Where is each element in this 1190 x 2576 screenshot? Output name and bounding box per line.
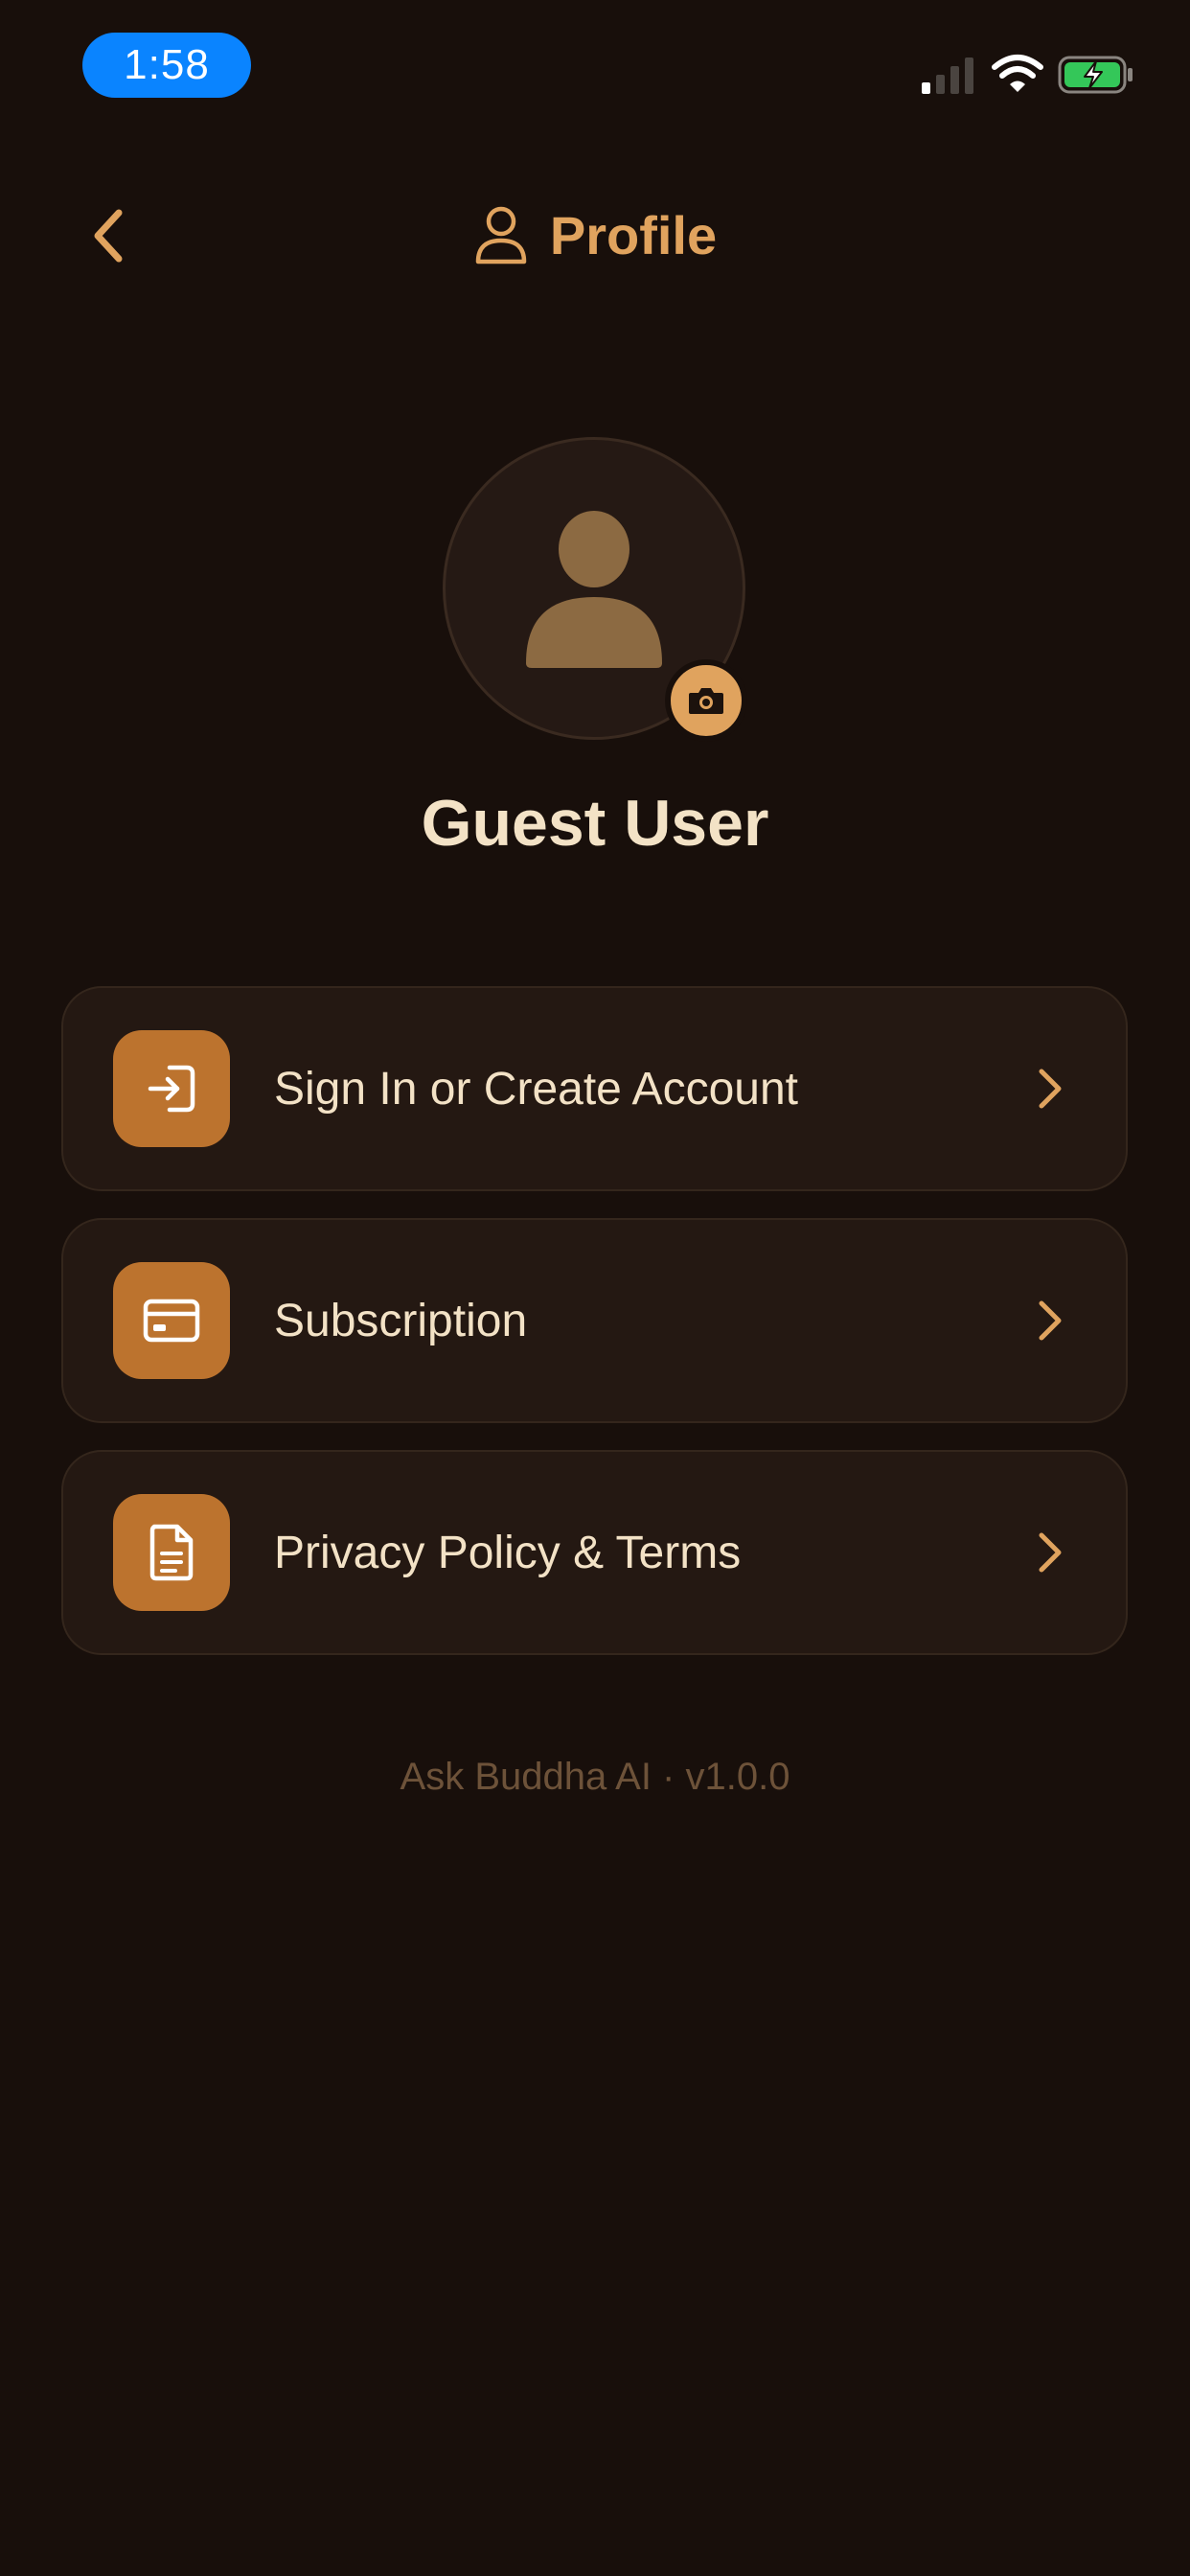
camera-icon — [689, 688, 723, 714]
signal-icon — [922, 58, 973, 94]
card-icon-tile — [113, 1494, 230, 1611]
menu-item-label: Subscription — [274, 1295, 528, 1346]
wifi-icon — [992, 55, 1043, 92]
page-title: Profile — [549, 204, 718, 265]
chevron-right-icon — [1036, 1300, 1064, 1342]
menu-item-label: Sign In or Create Account — [274, 1063, 798, 1115]
subscription-menu-item[interactable]: Subscription — [61, 1218, 1128, 1423]
person-outline-icon — [475, 206, 527, 264]
chevron-left-icon — [94, 209, 123, 263]
credit-card-icon — [143, 1299, 200, 1343]
privacy-terms-menu-item[interactable]: Privacy Policy & Terms — [61, 1450, 1128, 1655]
app-version: Ask Buddha AI · v1.0.0 — [400, 1756, 790, 1798]
header: Profile — [0, 192, 1190, 278]
sign-in-icon — [148, 1065, 195, 1113]
sign-in-menu-item[interactable]: Sign In or Create Account — [61, 986, 1128, 1191]
chevron-right-icon — [1036, 1531, 1064, 1574]
card-icon-tile — [113, 1030, 230, 1147]
chevron-right-icon — [1036, 1068, 1064, 1110]
menu-item-label: Privacy Policy & Terms — [274, 1527, 742, 1578]
card-icon-tile — [113, 1262, 230, 1379]
battery-charging-icon — [1058, 56, 1133, 94]
user-name: Guest User — [421, 787, 769, 860]
status-time: 1:58 — [82, 33, 251, 98]
back-button[interactable] — [80, 201, 134, 270]
edit-photo-button[interactable] — [665, 659, 747, 742]
document-icon — [149, 1524, 194, 1581]
